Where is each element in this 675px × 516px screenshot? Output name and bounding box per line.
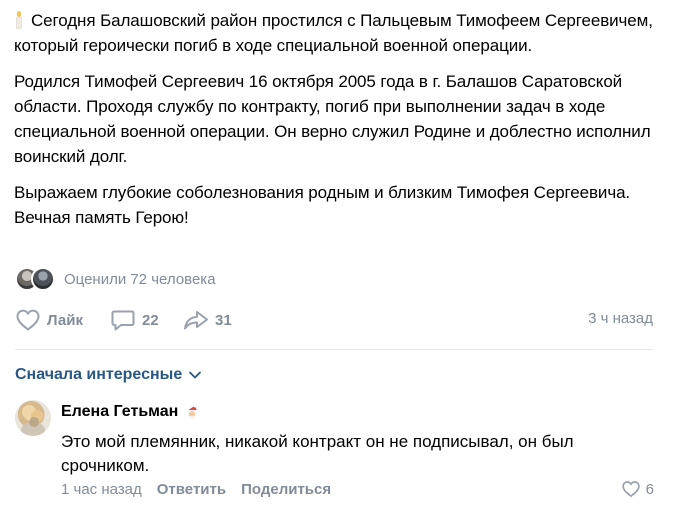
comment-text: Это мой племянник, никакой контракт он н… bbox=[61, 432, 574, 475]
comments-sort-label: Сначала интересные bbox=[15, 366, 183, 383]
heart-icon bbox=[16, 309, 40, 331]
post-text: Сегодня Балашовский район простился с Па… bbox=[14, 8, 664, 241]
shares-count: 31 bbox=[215, 311, 232, 329]
wall-post: Сегодня Балашовский район простился с Па… bbox=[0, 0, 675, 516]
post-actions: Лайк 22 31 3 ч назад bbox=[15, 306, 655, 334]
divider bbox=[15, 349, 653, 350]
post-paragraph-1-text: Сегодня Балашовский район простился с Па… bbox=[14, 11, 653, 55]
share-icon bbox=[184, 311, 208, 330]
santa-emoji-icon bbox=[186, 404, 199, 419]
post-paragraph-2: Родился Тимофей Сергеевич 16 октября 200… bbox=[14, 72, 651, 166]
comment-like-button[interactable]: 6 bbox=[621, 480, 654, 498]
comment-button[interactable]: 22 bbox=[110, 306, 159, 334]
like-button[interactable]: Лайк bbox=[15, 306, 83, 334]
share-button[interactable]: 31 bbox=[183, 306, 232, 334]
chevron-down-icon bbox=[189, 371, 202, 379]
comments-count: 22 bbox=[142, 311, 159, 329]
comment-icon bbox=[111, 310, 135, 331]
avatar-photo bbox=[21, 405, 45, 436]
candle-icon bbox=[16, 11, 22, 29]
reactor-avatar bbox=[31, 267, 55, 291]
post-paragraph-3: Выражаем глубокие соболезнования родным … bbox=[14, 183, 631, 227]
heart-icon bbox=[621, 481, 640, 497]
reactions-count-text[interactable]: Оценили 72 человека bbox=[64, 271, 216, 288]
avatar[interactable] bbox=[15, 400, 51, 436]
comment-author-name: Елена Гетьман bbox=[61, 403, 179, 420]
post-paragraph-1: Сегодня Балашовский район простился с Па… bbox=[14, 8, 664, 58]
comment-meta: 1 час назад Ответить Поделиться bbox=[61, 481, 331, 498]
like-label: Лайк bbox=[47, 311, 83, 329]
post-timestamp[interactable]: 3 ч назад bbox=[588, 310, 653, 327]
comment-author[interactable]: Елена Гетьман bbox=[61, 403, 200, 421]
reactions-summary[interactable]: Оценили 72 человека bbox=[15, 267, 216, 291]
comments-sort-dropdown[interactable]: Сначала интересные bbox=[15, 364, 202, 386]
reply-button[interactable]: Ответить bbox=[157, 481, 226, 498]
comment-timestamp[interactable]: 1 час назад bbox=[61, 481, 142, 498]
comment-share-button[interactable]: Поделиться bbox=[241, 481, 331, 498]
comment-likes-count: 6 bbox=[645, 480, 654, 498]
